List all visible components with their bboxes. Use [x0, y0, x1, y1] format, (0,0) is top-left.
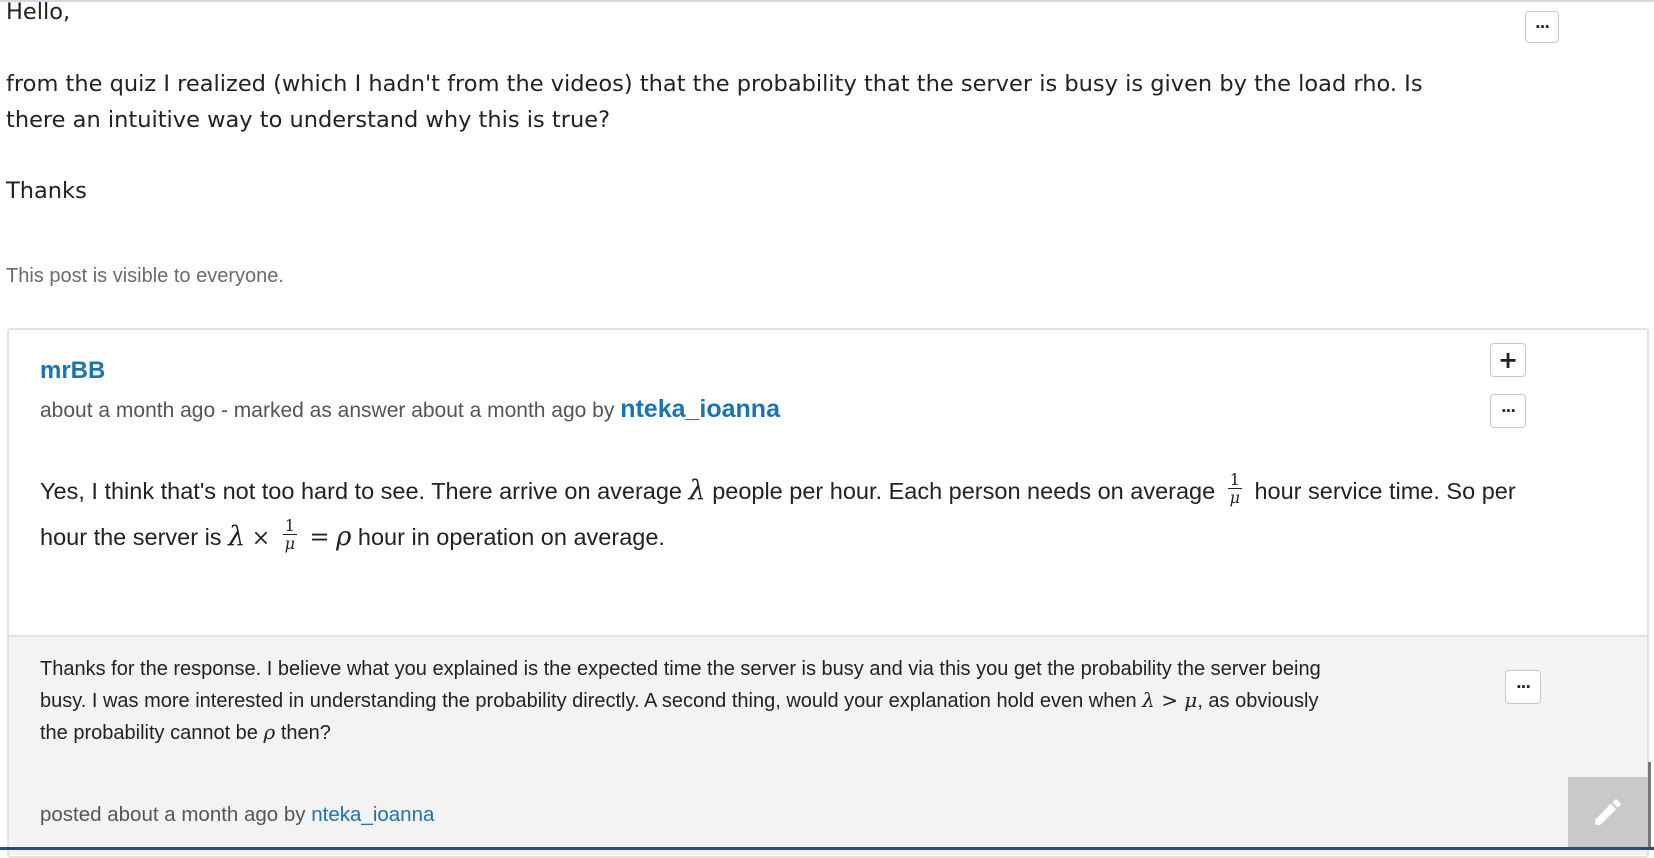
fraction-denominator: μ — [1229, 488, 1241, 508]
answer-body: Yes, I think that's not too hard to see.… — [40, 468, 1540, 562]
top-divider — [0, 0, 1654, 2]
lambda-symbol: λ — [688, 475, 706, 506]
more-icon: ... — [1515, 673, 1531, 692]
rho-symbol: ρ — [263, 720, 276, 744]
comment-text-1: Thanks for the response. I believe what … — [40, 658, 1321, 712]
comment-more-button[interactable]: ... — [1505, 670, 1541, 704]
comment-body: Thanks for the response. I believe what … — [40, 654, 1340, 749]
times-symbol: × — [251, 526, 271, 551]
answer-meta: about a month ago - marked as answer abo… — [40, 395, 780, 424]
post-signoff: Thanks — [6, 178, 87, 204]
bottom-border — [0, 847, 1654, 850]
posted-text: posted about a month ago by — [40, 803, 306, 826]
equals-symbol: = — [309, 523, 330, 551]
visibility-notice: This post is visible to everyone. — [6, 265, 284, 287]
post-more-button[interactable]: ... — [1525, 11, 1559, 43]
fraction-one-over-mu: 1μ — [282, 516, 297, 554]
plus-icon: + — [1497, 346, 1519, 374]
comment-text-3: then? — [280, 722, 331, 744]
answer-text-1: Yes, I think that's not too hard to see.… — [40, 478, 682, 504]
more-icon: ... — [1500, 397, 1516, 416]
pencil-icon — [1595, 799, 1621, 825]
fraction-one-over-mu: 1μ — [1227, 470, 1242, 508]
answer-text-4: hour in operation on average. — [357, 524, 665, 550]
fraction-numerator: 1 — [1227, 470, 1242, 490]
marked-by-link[interactable]: nteka_ioanna — [620, 395, 780, 423]
lambda-symbol: λ — [228, 521, 246, 552]
post-question: from the quiz I realized (which I hadn't… — [6, 71, 1423, 133]
posted-by-link[interactable]: nteka_ioanna — [311, 803, 434, 826]
answer-more-button[interactable]: ... — [1490, 394, 1526, 428]
fraction-denominator: μ — [284, 534, 296, 554]
answer-author-link[interactable]: mrBB — [40, 357, 105, 385]
comment-meta: posted about a month ago by nteka_ioanna — [40, 803, 434, 827]
fraction-numerator: 1 — [282, 516, 297, 536]
more-icon: ... — [1534, 13, 1550, 32]
lambda-gt-mu-expr: λ > μ — [1142, 688, 1198, 712]
answer-meta-text: about a month ago - marked as answer abo… — [40, 399, 615, 422]
post-greeting: Hello, — [6, 0, 71, 25]
edit-button[interactable] — [1568, 777, 1648, 847]
rho-symbol: ρ — [336, 522, 352, 552]
answer-text-2: people per hour. Each person needs on av… — [712, 478, 1216, 504]
add-comment-button[interactable]: + — [1490, 343, 1526, 377]
scrollbar-thumb[interactable] — [1648, 762, 1651, 847]
